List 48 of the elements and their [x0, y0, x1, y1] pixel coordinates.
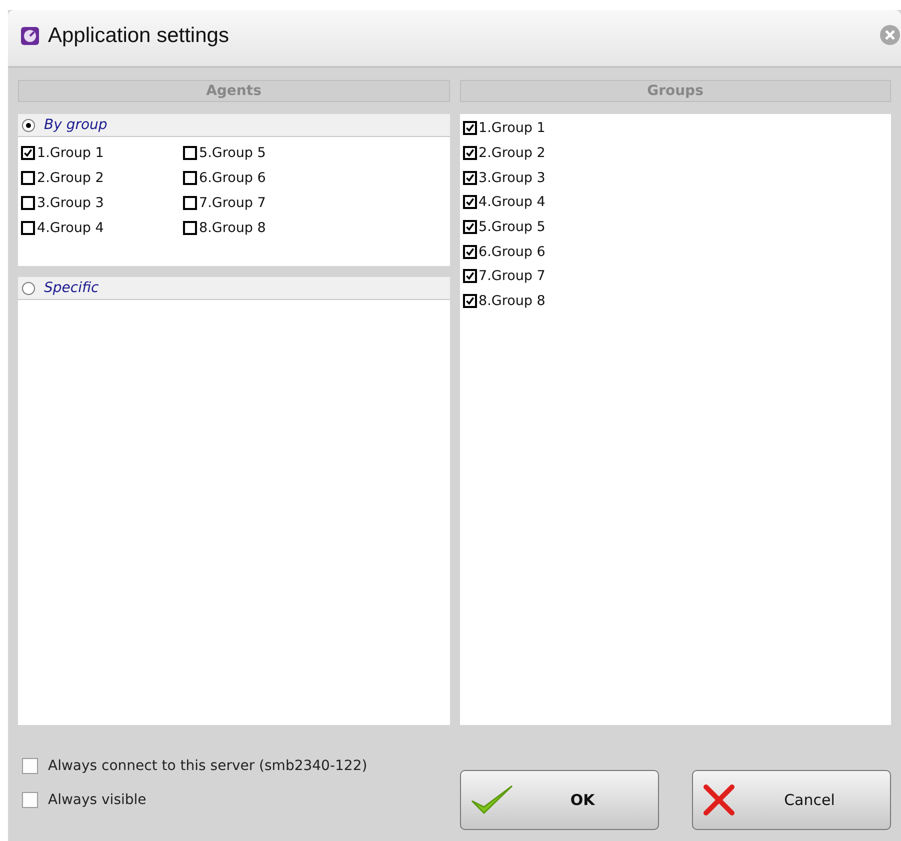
- checkbox[interactable]: [462, 294, 476, 308]
- checkbox-label: 1.Group 1: [478, 120, 546, 136]
- cross-icon: [701, 783, 737, 817]
- checkbox-label: 4.Group 4: [478, 194, 546, 210]
- checkbox[interactable]: [183, 196, 197, 210]
- checkbox-label: 3.Group 3: [478, 170, 546, 186]
- checkbox[interactable]: [462, 146, 476, 160]
- checkbox[interactable]: [462, 170, 476, 185]
- section-header: Agents: [18, 80, 450, 102]
- checkbox[interactable]: [462, 269, 476, 284]
- checkbox-label: 8.Group 8: [199, 220, 266, 236]
- app-icon: [20, 26, 40, 46]
- checkbox[interactable]: [183, 170, 197, 184]
- checkbox[interactable]: [22, 758, 38, 774]
- cancel-button[interactable]: Cancel: [692, 770, 891, 830]
- window-title: Application settings: [48, 24, 230, 48]
- checkbox[interactable]: [21, 146, 35, 160]
- section-header: Groups: [460, 80, 891, 102]
- checkbox-label: 6.Group 6: [199, 170, 266, 186]
- checkbox[interactable]: [462, 121, 476, 136]
- checkbox-label: 6.Group 6: [478, 244, 546, 260]
- checkbox-label: 5.Group 5: [478, 219, 546, 236]
- checkbox[interactable]: [462, 244, 476, 259]
- radio-label: By group: [44, 117, 108, 133]
- checkbox[interactable]: [21, 196, 35, 210]
- radio-button[interactable]: [22, 282, 35, 294]
- checkbox[interactable]: [462, 195, 476, 210]
- checkbox-label: Always visible: [48, 792, 146, 808]
- checkbox-label: 1.Group 1: [37, 144, 104, 160]
- radio-label: Specific: [44, 280, 99, 296]
- checkbox-label: 8.Group 8: [478, 293, 546, 310]
- checkbox-label: 7.Group 7: [478, 268, 546, 284]
- checkbox-label: Always connect to this server (smb2340-122): [48, 758, 368, 774]
- checkbox-label: 2.Group 2: [37, 170, 104, 186]
- checkbox-label: 4.Group 4: [37, 220, 104, 236]
- ok-button[interactable]: OK: [460, 770, 659, 830]
- checkbox[interactable]: [183, 146, 197, 160]
- checkbox-label: 7.Group 7: [199, 194, 266, 210]
- checkbox[interactable]: [22, 792, 38, 808]
- radio-button[interactable]: [22, 118, 35, 132]
- checkbox[interactable]: [21, 170, 35, 184]
- checkbox-label: 5.Group 5: [199, 144, 266, 160]
- checkbox[interactable]: [462, 220, 476, 234]
- checkbox[interactable]: [21, 220, 35, 234]
- checkbox[interactable]: [183, 220, 197, 234]
- check-icon: [469, 783, 515, 817]
- checkbox-label: 3.Group 3: [37, 194, 104, 210]
- checkbox-label: 2.Group 2: [478, 145, 546, 162]
